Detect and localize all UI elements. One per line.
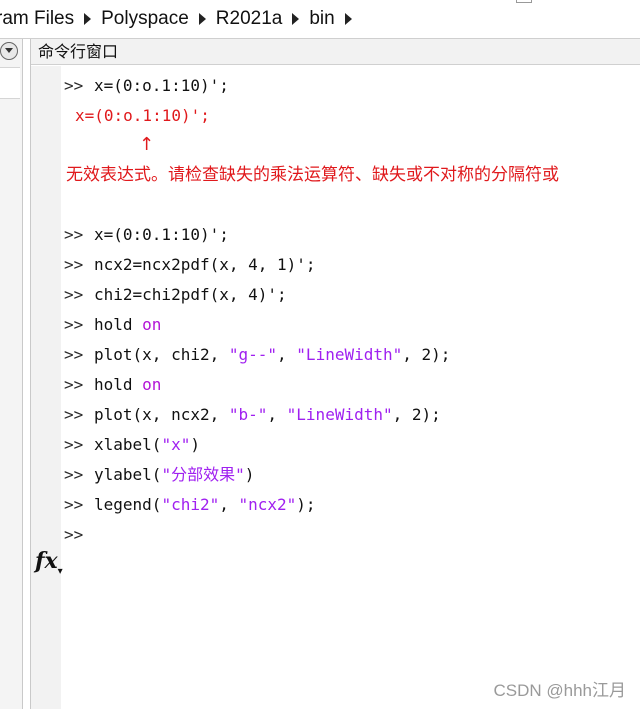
chevron-down-icon[interactable]	[0, 42, 18, 60]
command-text: );	[296, 495, 316, 514]
command-text: hold	[94, 375, 143, 394]
command-line: >> chi2=chi2pdf(x, 4)';	[61, 280, 287, 310]
command-text: ylabel(	[94, 465, 162, 484]
prompt: >>	[64, 285, 84, 304]
prompt: >>	[64, 345, 84, 364]
keyword: on	[142, 315, 162, 334]
prompt: >>	[64, 405, 84, 424]
command-line: >> x=(0:0.1:10)';	[61, 220, 229, 250]
error-echo-line: x=(0:o.1:10)';	[75, 106, 210, 125]
command-text: , 2);	[402, 345, 451, 364]
watermark: CSDN @hhh江月	[493, 681, 626, 700]
command-line: >> plot(x, chi2, "g--", "LineWidth", 2);	[61, 340, 450, 370]
command-line: >> xlabel("x")	[61, 430, 200, 460]
breadcrumb-item-bin[interactable]: bin	[309, 8, 334, 30]
breadcrumb-item-polyspace[interactable]: Polyspace	[101, 8, 189, 30]
prompt: >>	[64, 435, 84, 454]
breadcrumb-item-program-files[interactable]: ram Files	[0, 8, 74, 30]
prompt: >>	[64, 255, 84, 274]
string-literal: "LineWidth"	[296, 345, 403, 364]
command-text: ,	[267, 405, 287, 424]
command-text: plot(x, chi2,	[94, 345, 229, 364]
triangle-right-icon[interactable]	[344, 13, 352, 25]
keyword: on	[142, 375, 162, 394]
string-literal: "ncx2"	[238, 495, 297, 514]
string-literal: "g--"	[228, 345, 278, 364]
command-text: x=(0:o.1:10)';	[94, 76, 229, 95]
prompt: >>	[64, 76, 84, 95]
function-icon[interactable]: fx▾	[35, 548, 63, 577]
string-literal: "LineWidth"	[286, 405, 393, 424]
command-text: , 2);	[392, 405, 441, 424]
command-line: >> ncx2=ncx2pdf(x, 4, 1)';	[61, 250, 316, 280]
command-line: >> legend("chi2", "ncx2");	[61, 490, 316, 520]
string-literal: "x"	[161, 435, 191, 454]
prompt: >>	[64, 375, 84, 394]
command-line: >> ylabel("分部效果")	[61, 460, 254, 490]
breadcrumb-item-r2021a[interactable]: R2021a	[216, 8, 283, 30]
prompt: >>	[64, 525, 84, 544]
prompt: >>	[64, 495, 84, 514]
string-literal: "chi2"	[161, 495, 220, 514]
command-text: legend(	[94, 495, 162, 514]
command-text: x=(0:0.1:10)';	[94, 225, 229, 244]
triangle-right-icon[interactable]	[84, 13, 92, 25]
prompt: >>	[64, 225, 84, 244]
triangle-right-icon[interactable]	[198, 13, 206, 25]
prompt: >>	[64, 465, 84, 484]
command-window-title: 命令行窗口	[31, 39, 640, 65]
command-text: hold	[94, 315, 143, 334]
triangle-right-icon[interactable]	[292, 13, 300, 25]
command-text: ,	[277, 345, 297, 364]
command-text: ncx2=ncx2pdf(x, 4, 1)';	[94, 255, 316, 274]
left-side-pane	[0, 39, 23, 709]
left-pane-field[interactable]	[0, 67, 20, 99]
address-breadcrumb: ram Files Polyspace R2021a bin	[0, 0, 640, 39]
fx-label: fx	[35, 548, 58, 574]
error-caret-icon: ↑	[139, 134, 155, 155]
error-message: 无效表达式。请检查缺失的乘法运算符、缺失或不对称的分隔符或	[66, 165, 559, 185]
string-literal: "b-"	[228, 405, 268, 424]
active-command-line[interactable]: >>	[61, 520, 94, 550]
command-text: chi2=chi2pdf(x, 4)';	[94, 285, 287, 304]
window-edge-decoration	[516, 0, 532, 3]
command-window: 命令行窗口 fx▾ >> x=(0:o.1:10)'; x=(0:o.1:10)'…	[30, 39, 640, 709]
command-line: >> hold on	[61, 370, 161, 400]
command-text: plot(x, ncx2,	[94, 405, 229, 424]
string-literal: "分部效果"	[161, 465, 245, 484]
command-window-gutter: fx▾	[31, 66, 63, 709]
command-text: )	[190, 435, 200, 454]
command-line: >> plot(x, ncx2, "b-", "LineWidth", 2);	[61, 400, 441, 430]
prompt: >>	[64, 315, 84, 334]
command-line: >> x=(0:o.1:10)';	[61, 71, 229, 101]
command-text: )	[244, 465, 255, 484]
command-line: >> hold on	[61, 310, 161, 340]
command-text: ,	[219, 495, 239, 514]
command-text: xlabel(	[94, 435, 162, 454]
